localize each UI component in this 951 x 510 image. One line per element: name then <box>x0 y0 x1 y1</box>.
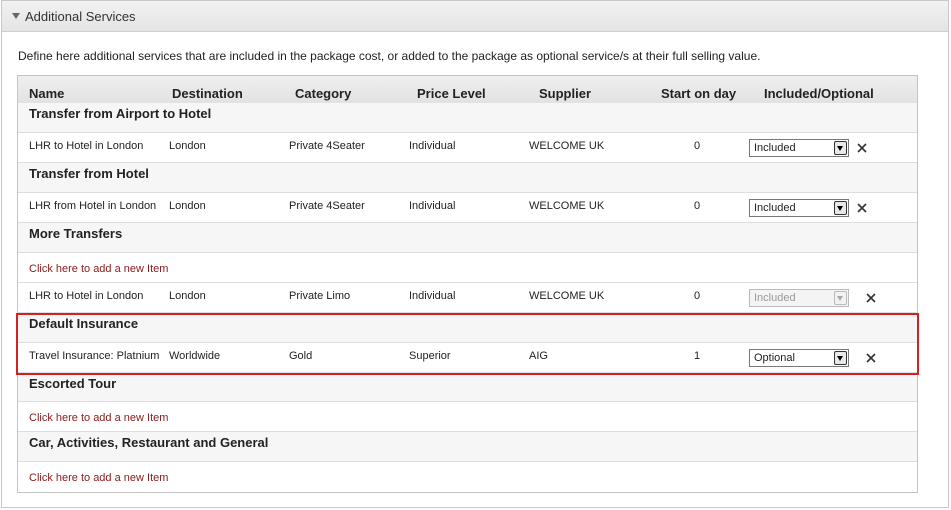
group-title: Transfer from Airport to Hotel <box>29 106 212 121</box>
column-header-price-level: Price Level <box>417 86 486 101</box>
cell-supplier: WELCOME UK <box>529 140 605 152</box>
cell-supplier: AIG <box>529 350 548 362</box>
column-header-included-optional: Included/Optional <box>764 86 874 101</box>
cell-name: Travel Insurance: Platnium <box>29 350 160 362</box>
included-optional-select-disabled: Included <box>749 289 849 307</box>
column-header-name: Name <box>29 86 65 101</box>
column-header-category: Category <box>295 86 352 101</box>
add-new-item-link[interactable]: Click here to add a new Item <box>29 472 168 484</box>
services-table: Name Destination Category Price Level Su… <box>17 75 918 493</box>
table-row: Travel Insurance: Platnium Worldwide Gol… <box>18 343 917 373</box>
column-header-start-day: Start on day <box>661 86 737 101</box>
column-header-supplier: Supplier <box>539 86 592 101</box>
cell-name: LHR from Hotel in London <box>29 200 157 212</box>
table-header: Name Destination Category Price Level Su… <box>18 76 917 103</box>
delete-x-icon[interactable] <box>865 292 877 304</box>
group-header-transfer-from-hotel: Transfer from Hotel <box>18 163 917 193</box>
group-title: Car, Activities, Restaurant and General <box>29 435 269 450</box>
cell-name: LHR to Hotel in London <box>29 140 144 152</box>
cell-supplier: WELCOME UK <box>529 290 605 302</box>
table-row: LHR from Hotel in London London Private … <box>18 193 917 223</box>
cell-name: LHR to Hotel in London <box>29 290 144 302</box>
add-item-row: Click here to add a new Item <box>18 253 917 283</box>
cell-category: Private 4Seater <box>289 140 365 152</box>
delete-x-icon[interactable] <box>856 142 868 154</box>
panel-description: Define here additional services that are… <box>18 49 761 63</box>
cell-destination: Worldwide <box>169 350 221 362</box>
group-title: More Transfers <box>29 226 123 241</box>
dropdown-arrow-icon[interactable] <box>834 351 847 365</box>
cell-destination: London <box>169 140 206 152</box>
cell-supplier: WELCOME UK <box>529 200 605 212</box>
collapse-triangle-icon[interactable] <box>12 13 20 19</box>
table-row: LHR to Hotel in London London Private Li… <box>18 283 917 313</box>
group-header-car-activities: Car, Activities, Restaurant and General <box>18 432 917 462</box>
cell-destination: London <box>169 200 206 212</box>
select-value: Included <box>754 202 796 214</box>
cell-price-level: Individual <box>409 200 456 212</box>
panel-title: Additional Services <box>25 9 136 24</box>
group-title: Default Insurance <box>29 316 139 331</box>
cell-price-level: Individual <box>409 290 456 302</box>
cell-start-day: 1 <box>694 350 701 362</box>
cell-start-day: 0 <box>694 200 701 212</box>
cell-price-level: Superior <box>409 350 451 362</box>
column-header-destination: Destination <box>172 86 243 101</box>
dropdown-arrow-icon[interactable] <box>834 141 847 155</box>
panel-header[interactable]: Additional Services <box>2 1 948 32</box>
group-header-more-transfers: More Transfers <box>18 223 917 253</box>
add-new-item-link[interactable]: Click here to add a new Item <box>29 412 168 424</box>
group-header-escorted-tour: Escorted Tour <box>18 373 917 402</box>
cell-category: Private Limo <box>289 290 351 302</box>
included-optional-select[interactable]: Optional <box>749 349 849 367</box>
group-header-default-insurance: Default Insurance <box>18 313 917 343</box>
dropdown-arrow-icon <box>834 291 847 305</box>
table-row: LHR to Hotel in London London Private 4S… <box>18 133 917 163</box>
add-item-row: Click here to add a new Item <box>18 402 917 432</box>
select-value: Included <box>754 292 796 304</box>
delete-x-icon[interactable] <box>856 202 868 214</box>
group-header-transfer-airport-hotel: Transfer from Airport to Hotel <box>18 103 917 133</box>
included-optional-select[interactable]: Included <box>749 139 849 157</box>
dropdown-arrow-icon[interactable] <box>834 201 847 215</box>
delete-x-icon[interactable] <box>865 352 877 364</box>
cell-price-level: Individual <box>409 140 456 152</box>
select-value: Included <box>754 142 796 154</box>
group-title: Escorted Tour <box>29 376 117 391</box>
add-item-row: Click here to add a new Item <box>18 462 917 492</box>
cell-category: Gold <box>289 350 313 362</box>
add-new-item-link[interactable]: Click here to add a new Item <box>29 263 168 275</box>
select-value: Optional <box>754 352 795 364</box>
group-title: Transfer from Hotel <box>29 166 149 181</box>
included-optional-select[interactable]: Included <box>749 199 849 217</box>
cell-destination: London <box>169 290 206 302</box>
cell-start-day: 0 <box>694 290 701 302</box>
cell-start-day: 0 <box>694 140 701 152</box>
cell-category: Private 4Seater <box>289 200 365 212</box>
